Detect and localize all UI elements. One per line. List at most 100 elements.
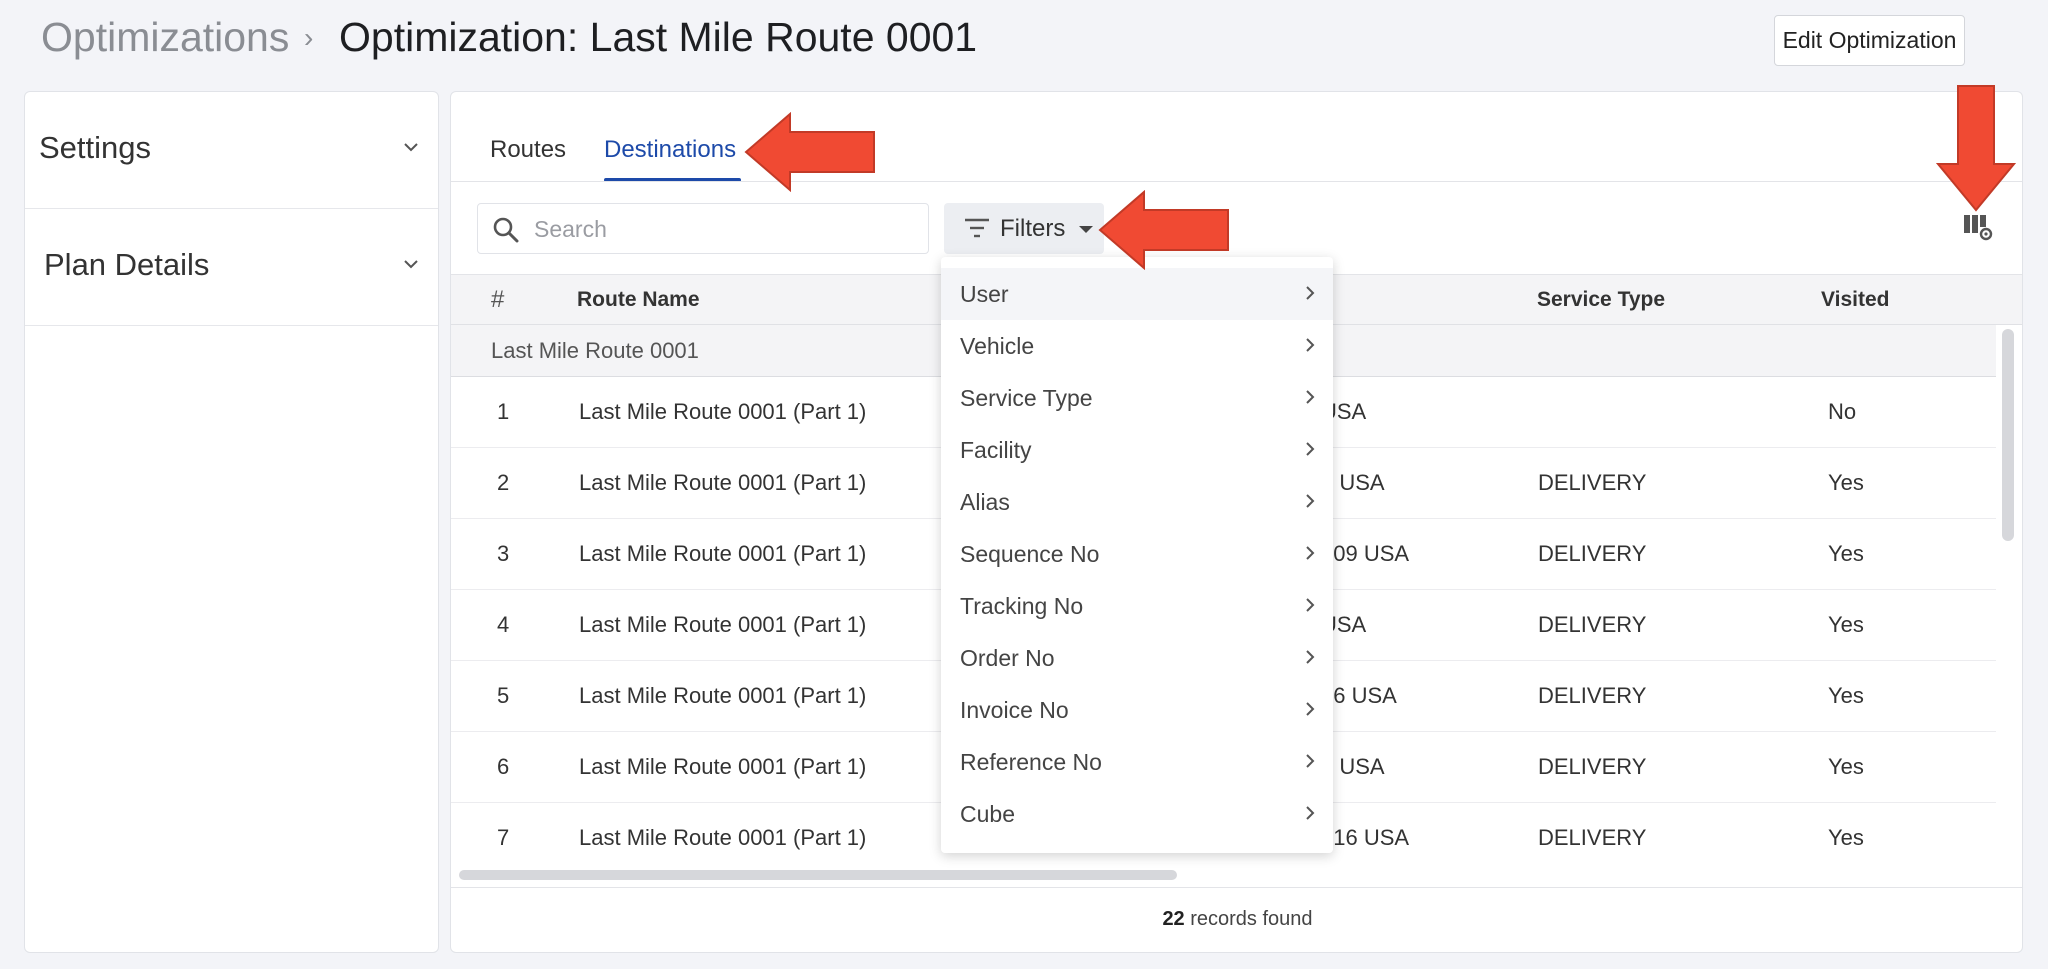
settings-accordion[interactable]: Settings [25,92,438,209]
chevron-right-icon [1306,546,1315,560]
filter-menu-item-cube[interactable]: Cube [941,788,1333,840]
chevron-right-icon [1306,390,1315,404]
filter-menu-item-facility[interactable]: Facility [941,424,1333,476]
chevron-down-icon [404,143,418,152]
tab-destinations[interactable]: Destinations [604,136,736,164]
filters-label: Filters [1000,215,1066,242]
column-header-visited[interactable]: Visited [1821,288,1889,312]
search-icon [493,217,519,243]
horizontal-scrollbar[interactable] [459,870,1177,880]
row-number: 4 [497,612,510,637]
row-number: 1 [497,399,510,424]
row-service-type: DELIVERY [1538,470,1647,495]
row-address: 009 USA [1321,541,1410,566]
row-service-type: DELIVERY [1538,541,1647,566]
plan-details-label: Plan Details [44,247,210,282]
row-route-name: Last Mile Route 0001 (Part 1) [579,612,867,637]
chevron-right-icon [1306,338,1315,352]
chevron-right-icon [1306,806,1315,820]
row-visited: Yes [1828,825,1864,850]
breadcrumb-separator: › [304,22,314,53]
plan-details-accordion[interactable]: Plan Details [25,209,438,326]
filter-menu-item-order-no[interactable]: Order No [941,632,1333,684]
row-service-type: DELIVERY [1538,612,1647,637]
filter-menu-item-label: Sequence No [960,541,1100,567]
row-visited: Yes [1828,612,1864,637]
filter-menu-item-tracking-no[interactable]: Tracking No [941,580,1333,632]
row-route-name: Last Mile Route 0001 (Part 1) [579,683,867,708]
route-group-label: Last Mile Route 0001 [491,338,699,363]
filter-menu-item-user[interactable]: User [941,268,1333,320]
row-visited: Yes [1828,754,1864,779]
chevron-right-icon [1306,442,1315,456]
filter-menu-item-label: Invoice No [960,697,1069,723]
filter-menu-item-service-type[interactable]: Service Type [941,372,1333,424]
records-count: 22 records found [451,908,2022,931]
column-header-service-type[interactable]: Service Type [1537,288,1665,312]
filter-menu-item-alias[interactable]: Alias [941,476,1333,528]
page-title: Optimization: Last Mile Route 0001 [339,14,978,60]
chevron-right-icon [1306,754,1315,768]
chevron-right-icon [1306,286,1315,300]
filter-menu-item-label: User [960,281,1009,307]
filters-button[interactable]: Filters [944,203,1104,254]
search-box [477,203,929,254]
filter-menu-item-label: Reference No [960,749,1102,775]
column-header-number[interactable]: # [491,286,504,314]
column-header-route-name[interactable]: Route Name [577,288,700,312]
filter-menu-item-label: Vehicle [960,333,1035,359]
filter-menu-item-vehicle[interactable]: Vehicle [941,320,1333,372]
filter-menu-item-invoice-no[interactable]: Invoice No [941,684,1333,736]
row-route-name: Last Mile Route 0001 (Part 1) [579,541,867,566]
chevron-right-icon [1306,702,1315,716]
filter-menu-item-label: Cube [960,801,1015,827]
row-service-type: DELIVERY [1538,683,1647,708]
top-bar: Optimizations › Optimization: Last Mile … [0,0,2048,80]
chevron-right-icon [1306,598,1315,612]
chevron-down-icon [404,260,418,269]
row-number: 3 [497,541,510,566]
footer-divider [451,887,2022,888]
filter-menu-item-reference-no[interactable]: Reference No [941,736,1333,788]
records-count-number: 22 [1162,908,1185,930]
search-input[interactable] [534,213,914,245]
row-route-name: Last Mile Route 0001 (Part 1) [579,399,867,424]
chevron-right-icon [1306,650,1315,664]
caret-down-icon [1079,226,1093,233]
row-visited: Yes [1828,541,1864,566]
row-visited: No [1828,399,1857,424]
filter-menu-item-label: Facility [960,437,1032,463]
filter-menu-item-label: Service Type [960,385,1093,411]
row-number: 6 [497,754,510,779]
filter-menu-item-label: Tracking No [960,593,1084,619]
row-service-type: DELIVERY [1538,825,1647,850]
settings-label: Settings [39,130,152,165]
row-address: 016 USA [1321,825,1410,850]
column-settings-icon[interactable] [1963,212,1993,242]
records-count-suffix: records found [1184,908,1313,930]
row-route-name: Last Mile Route 0001 (Part 1) [579,754,867,779]
filter-menu-item-label: Order No [960,645,1055,671]
left-panel: Settings Plan Details [24,91,439,953]
row-visited: Yes [1828,470,1864,495]
tabs-divider [451,181,2022,182]
row-route-name: Last Mile Route 0001 (Part 1) [579,825,867,850]
row-number: 2 [497,470,510,495]
row-visited: Yes [1828,683,1864,708]
annotation-arrow-left-icon [1098,190,1229,270]
chevron-right-icon [1306,494,1315,508]
filters-dropdown-menu: User Vehicle Service Type Facility Alias… [941,257,1333,853]
row-number: 5 [497,683,510,708]
filter-menu-item-label: Alias [960,489,1010,515]
filter-icon [965,218,989,238]
annotation-arrow-left-icon [744,112,875,192]
row-number: 7 [497,825,510,850]
tab-routes[interactable]: Routes [490,136,566,164]
breadcrumb-optimizations-link[interactable]: Optimizations [41,14,289,61]
edit-optimization-button[interactable]: Edit Optimization [1774,15,1965,66]
filter-menu-item-sequence-no[interactable]: Sequence No [941,528,1333,580]
row-service-type: DELIVERY [1538,754,1647,779]
vertical-scrollbar[interactable] [2002,329,2014,541]
annotation-arrow-down-icon [1936,85,2016,212]
row-route-name: Last Mile Route 0001 (Part 1) [579,470,867,495]
